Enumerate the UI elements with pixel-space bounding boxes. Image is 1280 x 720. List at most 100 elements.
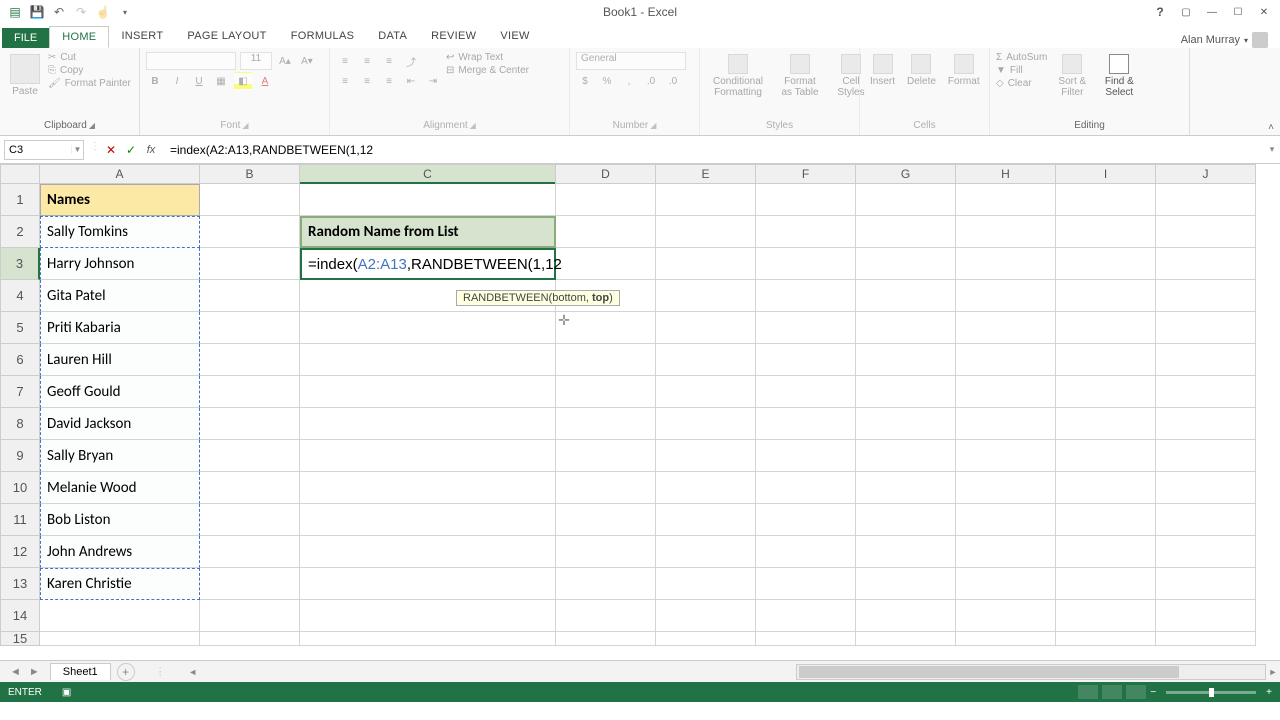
function-tooltip[interactable]: RANDBETWEEN(bottom, top) (456, 290, 620, 306)
cell-G14[interactable] (856, 600, 956, 632)
column-header-J[interactable]: J (1156, 164, 1256, 184)
select-all-corner[interactable] (0, 164, 40, 184)
cell-D7[interactable] (556, 376, 656, 408)
increase-decimal-icon[interactable]: .0 (642, 72, 660, 90)
cell-H7[interactable] (956, 376, 1056, 408)
row-header[interactable]: 13 (0, 568, 40, 600)
cell-I9[interactable] (1056, 440, 1156, 472)
cell-E14[interactable] (656, 600, 756, 632)
page-break-view-button[interactable] (1126, 685, 1146, 699)
cell-F3[interactable] (756, 248, 856, 280)
column-header-C[interactable]: C (300, 164, 556, 184)
cell-C11[interactable] (300, 504, 556, 536)
cell-A14[interactable] (40, 600, 200, 632)
cell-J1[interactable] (1156, 184, 1256, 216)
cancel-formula-button[interactable]: ✕ (102, 141, 120, 159)
cell-A8[interactable]: David Jackson (40, 408, 200, 440)
cell-I13[interactable] (1056, 568, 1156, 600)
cell-C3[interactable]: =index(A2:A13,RANDBETWEEN(1,12 (300, 248, 556, 280)
row-header[interactable]: 2 (0, 216, 40, 248)
cell-F11[interactable] (756, 504, 856, 536)
ribbon-display-button[interactable]: ▢ (1174, 3, 1198, 21)
cell-G10[interactable] (856, 472, 956, 504)
horizontal-scrollbar[interactable] (796, 664, 1266, 680)
formula-input[interactable] (170, 140, 1264, 160)
cell-E8[interactable] (656, 408, 756, 440)
underline-button[interactable]: U (190, 72, 208, 90)
cell-E2[interactable] (656, 216, 756, 248)
cell-D10[interactable] (556, 472, 656, 504)
cell-A2[interactable]: Sally Tomkins (40, 216, 200, 248)
cell-F1[interactable] (756, 184, 856, 216)
cell-J9[interactable] (1156, 440, 1256, 472)
cell-I15[interactable] (1056, 632, 1156, 646)
cell-E4[interactable] (656, 280, 756, 312)
cell-H3[interactable] (956, 248, 1056, 280)
cell-A1[interactable]: Names (40, 184, 200, 216)
cell-J8[interactable] (1156, 408, 1256, 440)
cell-A10[interactable]: Melanie Wood (40, 472, 200, 504)
cell-A4[interactable]: Gita Patel (40, 280, 200, 312)
cell-J2[interactable] (1156, 216, 1256, 248)
cell-B4[interactable] (200, 280, 300, 312)
tab-review[interactable]: REVIEW (419, 26, 488, 48)
number-format-select[interactable]: General (576, 52, 686, 70)
increase-font-icon[interactable]: A▴ (276, 52, 294, 70)
bold-button[interactable]: B (146, 72, 164, 90)
cell-H6[interactable] (956, 344, 1056, 376)
cell-F4[interactable] (756, 280, 856, 312)
cell-H1[interactable] (956, 184, 1056, 216)
name-box-dropdown-icon[interactable]: ▼ (71, 145, 83, 154)
row-header[interactable]: 11 (0, 504, 40, 536)
cell-H14[interactable] (956, 600, 1056, 632)
align-middle-icon[interactable]: ≡ (358, 52, 376, 70)
format-as-table-button[interactable]: Format as Table (774, 52, 826, 100)
collapse-ribbon-icon[interactable]: ˄ (1268, 122, 1274, 133)
cell-I6[interactable] (1056, 344, 1156, 376)
undo-icon[interactable]: ↶ (52, 5, 66, 19)
cell-E1[interactable] (656, 184, 756, 216)
cell-G5[interactable] (856, 312, 956, 344)
column-header-E[interactable]: E (656, 164, 756, 184)
decrease-decimal-icon[interactable]: .0 (664, 72, 682, 90)
file-tab[interactable]: FILE (2, 28, 49, 48)
copy-button[interactable]: ⎘Copy (48, 65, 131, 76)
cell-F14[interactable] (756, 600, 856, 632)
paste-button[interactable]: Paste (6, 52, 44, 99)
cell-B3[interactable] (200, 248, 300, 280)
new-sheet-button[interactable]: + (117, 663, 135, 681)
cell-I10[interactable] (1056, 472, 1156, 504)
normal-view-button[interactable] (1078, 685, 1098, 699)
clear-button[interactable]: ◇Clear (996, 78, 1047, 89)
cell-A3[interactable]: Harry Johnson (40, 248, 200, 280)
cell-J11[interactable] (1156, 504, 1256, 536)
cell-D1[interactable] (556, 184, 656, 216)
hscroll-left-icon[interactable]: ◄ (186, 667, 200, 677)
cell-B8[interactable] (200, 408, 300, 440)
cell-E11[interactable] (656, 504, 756, 536)
redo-icon[interactable]: ↷ (74, 5, 88, 19)
zoom-slider[interactable] (1166, 691, 1256, 694)
orientation-icon[interactable]: ⤴ (402, 52, 420, 70)
cell-C12[interactable] (300, 536, 556, 568)
cell-B13[interactable] (200, 568, 300, 600)
format-cells-button[interactable]: Format (944, 52, 984, 89)
currency-icon[interactable]: $ (576, 72, 594, 90)
insert-cells-button[interactable]: Insert (866, 52, 899, 89)
cell-B1[interactable] (200, 184, 300, 216)
cell-A5[interactable]: Priti Kabaria (40, 312, 200, 344)
row-header[interactable]: 5 (0, 312, 40, 344)
cell-B12[interactable] (200, 536, 300, 568)
cell-C14[interactable] (300, 600, 556, 632)
cell-H8[interactable] (956, 408, 1056, 440)
decrease-font-icon[interactable]: A▾ (298, 52, 316, 70)
enter-formula-button[interactable]: ✓ (122, 141, 140, 159)
row-header[interactable]: 9 (0, 440, 40, 472)
cell-G15[interactable] (856, 632, 956, 646)
row-header[interactable]: 7 (0, 376, 40, 408)
cell-D15[interactable] (556, 632, 656, 646)
cell-C5[interactable] (300, 312, 556, 344)
cell-A13[interactable]: Karen Christie (40, 568, 200, 600)
cell-C9[interactable] (300, 440, 556, 472)
row-header[interactable]: 15 (0, 632, 40, 646)
